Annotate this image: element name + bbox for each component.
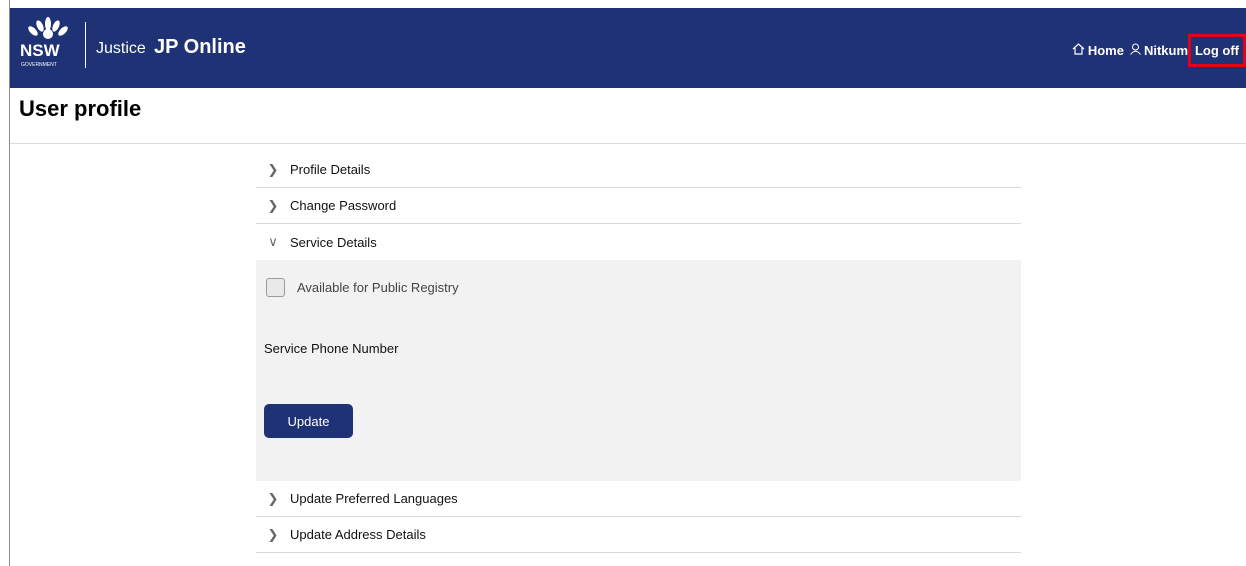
chevron-right-icon: ❯ bbox=[267, 197, 279, 213]
chevron-right-icon: ❯ bbox=[267, 526, 279, 542]
public-registry-label[interactable]: Available for Public Registry bbox=[297, 280, 459, 295]
page-title: User profile bbox=[19, 96, 142, 121]
update-button[interactable]: Update bbox=[264, 404, 353, 438]
accordion-item-address-details[interactable]: ❯ Update Address Details bbox=[256, 517, 1021, 553]
nav-user-label: Nitkumar bbox=[1143, 42, 1188, 58]
svg-text:NSW: NSW bbox=[20, 41, 61, 60]
app-title: JP Online bbox=[154, 36, 246, 58]
accordion-item-profile-details[interactable]: ❯ Profile Details bbox=[256, 152, 1021, 188]
justice-wordmark: Justice bbox=[96, 40, 146, 57]
public-registry-checkbox[interactable] bbox=[266, 278, 285, 297]
accordion-item-label: Update Preferred Languages bbox=[290, 491, 458, 506]
accordion-item-service-details[interactable]: ∨ Service Details bbox=[256, 224, 1021, 260]
service-phone-label: Service Phone Number bbox=[264, 341, 399, 356]
svg-text:GOVERNMENT: GOVERNMENT bbox=[21, 62, 57, 68]
chevron-right-icon: ❯ bbox=[267, 490, 279, 506]
accordion-item-label: Profile Details bbox=[290, 162, 371, 177]
accordion-item-change-password[interactable]: ❯ Change Password bbox=[256, 188, 1021, 224]
accordion-item-label: Change Password bbox=[290, 198, 397, 213]
nav-user-link[interactable]: Nitkumar bbox=[1130, 43, 1188, 58]
nsw-government-logo: NSW GOVERNMENT bbox=[18, 14, 78, 84]
chevron-right-icon: ❯ bbox=[267, 161, 279, 177]
nav-home-label: Home bbox=[1087, 42, 1124, 58]
service-details-panel: Available for Public Registry Service Ph… bbox=[256, 260, 1021, 481]
logoff-link[interactable]: Log off bbox=[1187, 33, 1246, 67]
logo-divider bbox=[85, 22, 86, 68]
title-divider bbox=[10, 143, 1246, 144]
profile-accordion: ❯ Profile Details ❯ Change Password ∨ Se… bbox=[256, 152, 1021, 553]
accordion-item-preferred-languages[interactable]: ❯ Update Preferred Languages bbox=[256, 481, 1021, 517]
chevron-down-icon: ∨ bbox=[268, 234, 278, 249]
nav-home-link[interactable]: Home bbox=[1072, 43, 1124, 58]
accordion-item-label: Update Address Details bbox=[290, 527, 426, 542]
home-icon bbox=[1072, 42, 1085, 58]
accordion-item-label: Service Details bbox=[290, 234, 377, 250]
top-nav: Home Nitkumar Log off bbox=[1072, 33, 1246, 67]
top-navigation-bar: NSW GOVERNMENT Justice JP Online Home Ni… bbox=[10, 8, 1246, 88]
user-icon bbox=[1130, 43, 1141, 58]
